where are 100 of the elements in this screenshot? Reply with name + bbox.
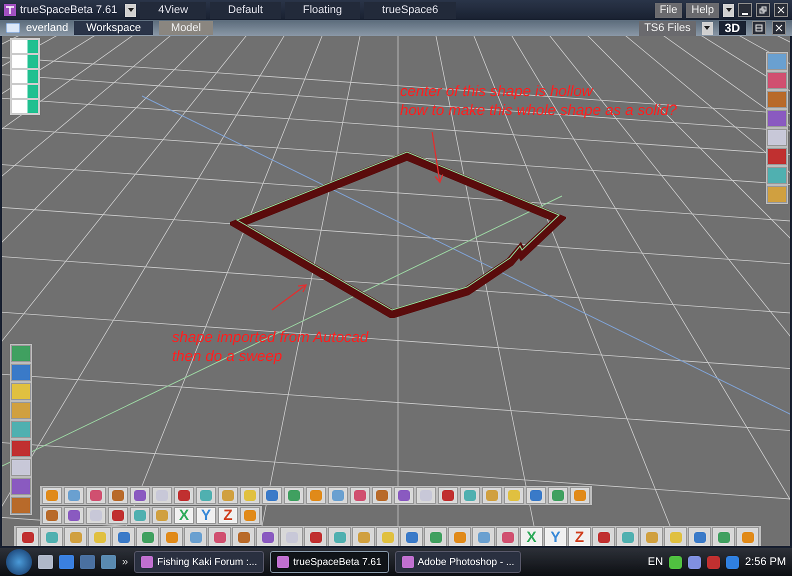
tool-icon[interactable] [174,487,194,504]
start-button[interactable] [6,549,32,575]
menu-button[interactable]: File [654,2,682,18]
tool-icon[interactable] [218,487,238,504]
close-button[interactable] [774,3,788,17]
tool-icon[interactable] [712,527,735,546]
tool-icon[interactable] [152,487,172,504]
tool-icon[interactable] [184,527,207,546]
tool-icon[interactable] [130,507,150,524]
tool-icon[interactable] [152,507,172,524]
tool-icon[interactable] [400,527,423,546]
tool-icon[interactable] [88,527,111,546]
tool-icon[interactable] [40,527,63,546]
menu-button[interactable]: Help [686,2,719,18]
restore-button[interactable] [756,3,770,17]
quick-launch-icon[interactable] [80,555,95,569]
tool-icon[interactable] [688,527,711,546]
tool-icon[interactable] [196,487,216,504]
tool-icon[interactable] [130,487,150,504]
library-menu[interactable]: TS6 Files [639,20,696,36]
tool-icon[interactable] [208,527,231,546]
tool-icon[interactable] [767,148,787,165]
tool-icon[interactable] [240,507,260,524]
tool-icon[interactable] [482,487,502,504]
tool-icon[interactable] [304,527,327,546]
close-button[interactable] [772,21,786,35]
tool-icon[interactable] [372,487,392,504]
tray-icon[interactable] [688,556,702,568]
panel-slot-icon[interactable] [12,40,38,53]
tool-icon[interactable] [460,487,480,504]
tool-icon[interactable] [548,487,568,504]
layout-tab[interactable]: Floating [284,2,360,18]
tool-icon[interactable] [42,487,62,504]
tool-icon[interactable] [352,527,375,546]
tool-icon[interactable] [11,459,31,476]
tool-icon[interactable] [438,487,458,504]
tool-icon[interactable] [64,527,87,546]
tool-icon[interactable] [108,487,128,504]
tool-icon[interactable] [416,487,436,504]
tool-icon[interactable] [504,487,524,504]
tool-icon[interactable] [394,487,414,504]
overflow-button[interactable]: » [122,556,128,568]
tool-icon[interactable] [640,527,663,546]
tool-icon[interactable] [160,527,183,546]
layout-tab[interactable]: 4View [140,2,206,18]
tool-icon[interactable] [328,527,351,546]
tray-icon[interactable] [707,556,720,568]
view-tab[interactable]: Workspace [74,21,154,35]
taskbar-button[interactable]: Adobe Photoshop - ... [394,551,522,573]
dropdown-button[interactable] [125,4,136,16]
tool-icon[interactable] [240,487,260,504]
layout-tab[interactable]: trueSpace6 [364,2,456,18]
tool-icon[interactable] [232,527,255,546]
panel-button[interactable] [752,21,766,35]
tool-icon[interactable] [16,527,39,546]
axis-button[interactable]: Z [218,507,238,524]
tool-icon[interactable] [616,527,639,546]
tool-icon[interactable] [112,527,135,546]
tool-icon[interactable] [136,527,159,546]
tool-icon[interactable] [496,527,519,546]
quick-launch-icon[interactable] [38,555,53,569]
panel-slot-icon[interactable] [12,55,38,68]
tool-icon[interactable] [86,487,106,504]
panel-slot-icon[interactable] [12,85,38,98]
tool-icon[interactable] [592,527,615,546]
tool-icon[interactable] [262,487,282,504]
tray-icon[interactable] [669,556,682,568]
tool-icon[interactable] [736,527,759,546]
panel-slot-icon[interactable] [12,100,38,113]
taskbar-button[interactable]: Fishing Kaki Forum :... [134,551,264,573]
taskbar-button[interactable]: trueSpaceBeta 7.61 [270,551,389,573]
tool-icon[interactable] [767,110,787,127]
tray-icon[interactable] [726,556,740,568]
tool-icon[interactable] [256,527,279,546]
tool-icon[interactable] [64,487,84,504]
tool-icon[interactable] [11,440,31,457]
tool-icon[interactable] [376,527,399,546]
quick-launch-icon[interactable] [101,555,116,569]
panel-slot-icon[interactable] [12,70,38,83]
tool-icon[interactable] [350,487,370,504]
tool-icon[interactable] [108,507,128,524]
tool-icon[interactable] [86,507,106,524]
view-mode-button[interactable]: 3D [718,21,746,35]
quick-launch-icon[interactable] [59,555,74,569]
tool-icon[interactable] [64,507,84,524]
tool-icon[interactable] [472,527,495,546]
tool-icon[interactable] [328,487,348,504]
axis-button[interactable]: Z [568,527,591,546]
tool-icon[interactable] [767,129,787,146]
tool-icon[interactable] [280,527,303,546]
tool-icon[interactable] [11,478,31,495]
tool-icon[interactable] [424,527,447,546]
tool-icon[interactable] [526,487,546,504]
tool-icon[interactable] [42,507,62,524]
tool-icon[interactable] [570,487,590,504]
dropdown-button[interactable] [702,22,713,34]
tool-icon[interactable] [284,487,304,504]
minimize-button[interactable] [738,3,752,17]
layout-tab[interactable]: Default [210,2,281,18]
tool-icon[interactable] [448,527,471,546]
